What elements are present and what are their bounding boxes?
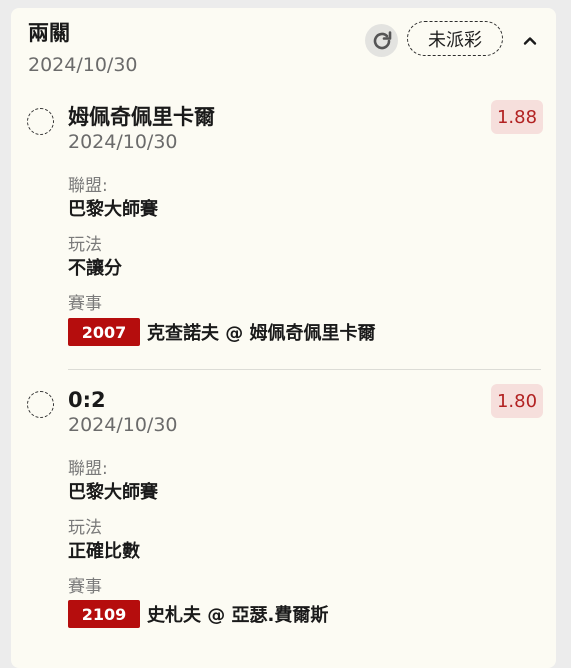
match-name: 史札夫 @ 亞瑟.費爾斯: [147, 605, 329, 626]
odds-badge: 1.88: [491, 100, 543, 134]
bet-slip-card: 兩關 2024/10/30 未派彩 姆佩奇佩里卡爾 2024/10/30 1.8…: [11, 8, 556, 668]
event-label: 賽事: [68, 294, 102, 314]
market-label: 玩法: [68, 518, 102, 538]
leg-select-radio[interactable]: [27, 108, 54, 135]
match-name: 克查諾夫 @ 姆佩奇佩里卡爾: [147, 323, 376, 344]
league-label: 聯盟:: [68, 176, 108, 196]
leg-selection-title: 姆佩奇佩里卡爾: [68, 105, 215, 129]
bet-header: 兩關 2024/10/30 未派彩: [28, 20, 546, 80]
event-row: 2109 史札夫 @ 亞瑟.費爾斯: [68, 600, 328, 628]
bet-type-title: 兩關: [28, 21, 70, 45]
event-label: 賽事: [68, 577, 102, 597]
leg-selection-title: 0:2: [68, 388, 106, 412]
league-label: 聯盟:: [68, 459, 108, 479]
match-id-badge: 2007: [68, 318, 140, 346]
market-value: 不讓分: [68, 258, 122, 279]
league-value: 巴黎大師賽: [68, 482, 158, 503]
refresh-icon: [373, 30, 391, 49]
settlement-status-badge: 未派彩: [407, 21, 503, 56]
chevron-up-icon: [523, 37, 537, 45]
event-row: 2007 克查諾夫 @ 姆佩奇佩里卡爾: [68, 318, 376, 346]
league-value: 巴黎大師賽: [68, 199, 158, 220]
match-id-badge: 2109: [68, 600, 140, 628]
leg-select-radio[interactable]: [27, 391, 54, 418]
odds-badge: 1.80: [491, 384, 543, 418]
market-value: 正確比數: [68, 541, 140, 562]
leg-date: 2024/10/30: [68, 414, 178, 436]
leg-divider: [68, 369, 541, 370]
leg-date: 2024/10/30: [68, 131, 178, 153]
refresh-button[interactable]: [365, 24, 398, 57]
collapse-button[interactable]: [515, 26, 545, 56]
market-label: 玩法: [68, 235, 102, 255]
bet-date: 2024/10/30: [28, 54, 138, 76]
